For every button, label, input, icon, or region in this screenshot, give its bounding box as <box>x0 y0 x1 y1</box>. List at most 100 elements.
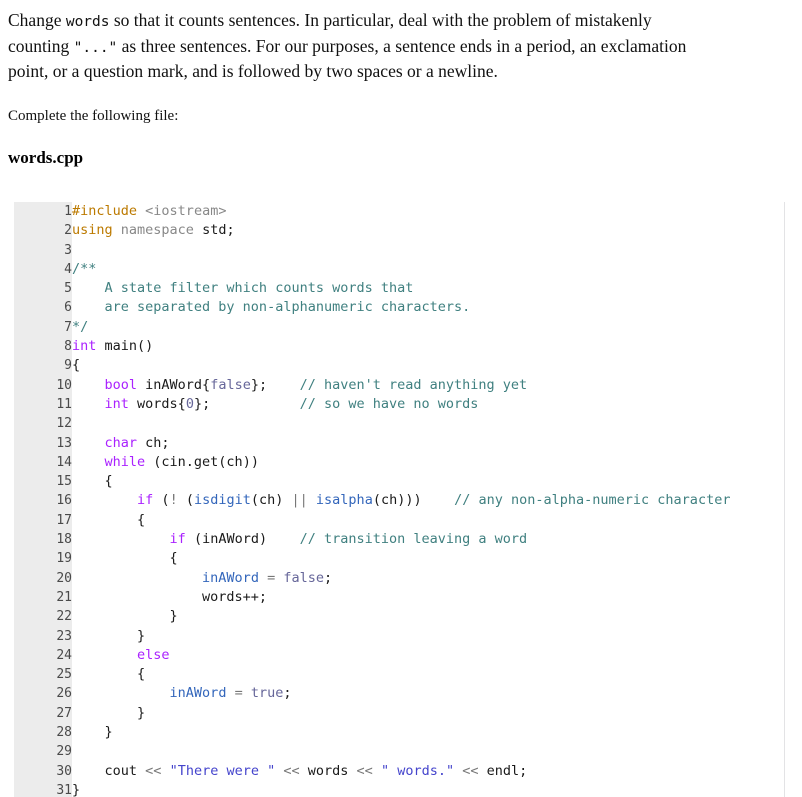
code-token: }; <box>250 376 300 393</box>
code-token: int <box>72 338 97 355</box>
inline-code-ellipsis: "..." <box>73 39 118 56</box>
line-number: 22 <box>56 609 72 625</box>
code-line: /** <box>72 260 784 279</box>
code-token: ( <box>177 492 194 509</box>
code-token: words++; <box>72 588 268 605</box>
code-token: << <box>462 762 479 779</box>
code-line: { <box>72 356 784 375</box>
line-number: 10 <box>56 377 72 393</box>
line-number: 14 <box>56 454 72 470</box>
line-number: 29 <box>56 744 72 760</box>
filename-heading: words.cpp <box>8 147 84 167</box>
code-token: = <box>234 685 243 702</box>
line-number: 7 <box>64 319 72 335</box>
code-token: isdigit <box>193 492 251 509</box>
code-token: { <box>72 511 146 528</box>
code-line: inAWord = false; <box>72 569 784 588</box>
code-line: words++; <box>72 588 784 607</box>
code-token: << <box>145 762 162 779</box>
line-number: 9 <box>64 358 72 374</box>
line-number: 13 <box>56 435 72 451</box>
code-block: 1 2 3 4 5 6 7 8 9 10 11 12 13 14 15 16 17 18 19 20 21 22 23 24 2… <box>14 202 785 797</box>
inline-code-words: words <box>65 14 110 30</box>
code-token: " words." <box>380 762 455 779</box>
code-token: A state filter which counts words that <box>72 280 414 297</box>
code-token: || <box>291 492 308 509</box>
code-line: int words{0}; // so we have no words <box>72 395 784 414</box>
code-line: { <box>72 665 784 684</box>
code-line: using namespace std; <box>72 221 784 240</box>
code-token: // transition leaving a word <box>299 531 528 548</box>
code-token: <iostream> <box>145 203 227 219</box>
code-token: (ch))) <box>372 492 455 509</box>
code-token: cout <box>72 762 146 779</box>
line-number: 6 <box>64 300 72 316</box>
code-token: while <box>104 453 146 470</box>
code-token: char <box>104 434 138 451</box>
code-token: { <box>72 550 178 567</box>
code-line: else <box>72 646 784 665</box>
code-token: /** <box>72 260 97 277</box>
code-line: } <box>72 627 784 646</box>
code-token: false <box>283 569 325 586</box>
line-number: 30 <box>56 763 72 779</box>
line-number: 24 <box>56 647 72 663</box>
code-token: namespace <box>120 222 194 239</box>
code-token: (ch) <box>250 492 292 509</box>
code-token: inAWord <box>202 569 259 586</box>
code-line: if (inAWord) // transition leaving a wor… <box>72 530 784 549</box>
code-token: false <box>210 376 251 393</box>
line-number: 3 <box>64 242 72 258</box>
line-number: 28 <box>56 725 72 741</box>
code-line: if (! (isdigit(ch) || isalpha(ch))) // a… <box>72 491 784 510</box>
code-token: { <box>72 357 81 374</box>
line-number: 5 <box>64 281 72 297</box>
code-token: // any non-alpha-numeric character <box>454 492 731 509</box>
code-line: { <box>72 511 784 530</box>
code-token: else <box>137 646 170 663</box>
line-number: 12 <box>56 416 72 432</box>
code-token: // haven't read anything yet <box>299 376 528 393</box>
code-token: words <box>299 762 357 779</box>
line-number: 25 <box>56 667 72 683</box>
code-token: = <box>267 569 276 586</box>
line-number: 4 <box>64 261 72 277</box>
code-token: 0 <box>185 395 194 412</box>
code-token: // so we have no words <box>299 395 479 412</box>
code-token: } <box>72 704 146 721</box>
code-line: } <box>72 723 784 742</box>
code-token: "There were " <box>169 762 276 779</box>
code-token: ; <box>324 569 333 586</box>
code-token: if <box>137 492 154 509</box>
intro-paragraph: Change words so that it counts sentences… <box>8 9 694 84</box>
line-number: 8 <box>64 339 72 355</box>
prose-section: Change words so that it counts sentences… <box>0 9 802 168</box>
code-token: { <box>72 473 113 490</box>
code-token: int <box>104 395 129 412</box>
code-line: #include <iostream> <box>72 202 784 221</box>
code-token: } <box>72 627 146 644</box>
code-token: isalpha <box>315 492 373 509</box>
line-number: 16 <box>56 493 72 509</box>
code-token: { <box>72 666 146 683</box>
code-content-area[interactable]: #include <iostream> using namespace std; … <box>72 202 784 797</box>
code-token: words{ <box>128 395 186 412</box>
code-token: ; <box>283 685 292 702</box>
code-line: } <box>72 607 784 626</box>
code-token: inAWord <box>169 685 227 702</box>
code-line: while (cin.get(ch)) <box>72 453 784 472</box>
code-token: if <box>169 531 186 548</box>
code-line: } <box>72 704 784 723</box>
